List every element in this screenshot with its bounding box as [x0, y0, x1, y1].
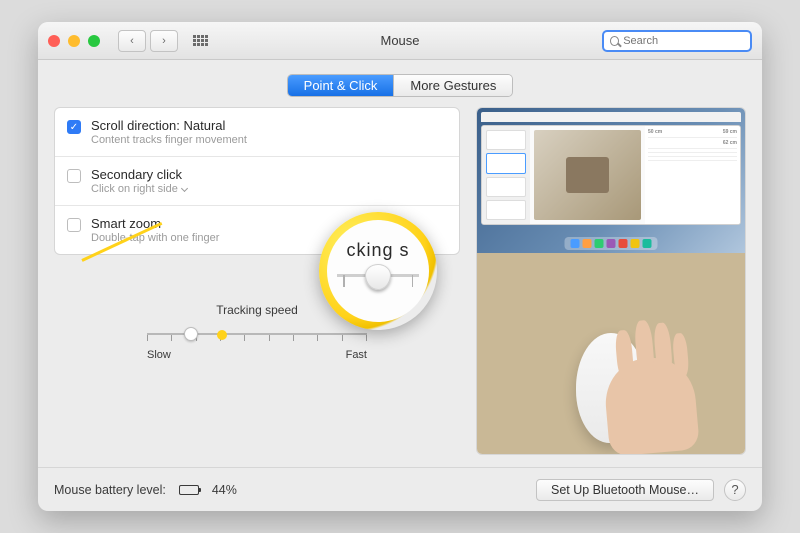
battery-label: Mouse battery level: [54, 483, 166, 497]
nav-buttons: ‹ › [118, 30, 178, 52]
slider-labels: Slow Fast [147, 349, 367, 361]
option-secondary-click[interactable]: Secondary click Click on right side [55, 157, 459, 206]
preview-sidebar [482, 126, 530, 224]
window-traffic-lights [48, 35, 100, 47]
search-icon [610, 36, 619, 46]
search-input[interactable] [623, 35, 744, 47]
tab-point-click[interactable]: Point & Click [288, 75, 394, 96]
window-title: Mouse [380, 33, 419, 48]
tab-more-gestures[interactable]: More Gestures [393, 75, 512, 96]
close-window-button[interactable] [48, 35, 60, 47]
option-title: Scroll direction: Natural [91, 118, 247, 133]
option-subtitle: Content tracks finger movement [91, 134, 247, 146]
preview-main: 50 cm59 cm 62 cm [530, 126, 740, 224]
battery-percent: 44% [212, 483, 237, 497]
maximize-window-button[interactable] [88, 35, 100, 47]
minimize-window-button[interactable] [68, 35, 80, 47]
preview-thumb [486, 130, 526, 150]
chevron-down-icon [181, 185, 188, 192]
preview-desk [477, 253, 745, 454]
callout-dot [217, 330, 227, 340]
fast-label: Fast [346, 349, 367, 361]
preview-thumb [486, 153, 526, 173]
preview-panel: 50 cm59 cm 62 cm [476, 107, 746, 455]
help-button[interactable]: ? [724, 479, 746, 501]
option-title: Secondary click [91, 167, 187, 182]
preview-app-window: 50 cm59 cm 62 cm [481, 125, 741, 225]
content-area: ✓ Scroll direction: Natural Content trac… [38, 107, 762, 467]
tab-bar: Point & Click More Gestures [38, 60, 762, 107]
setup-bluetooth-button[interactable]: Set Up Bluetooth Mouse… [536, 479, 714, 501]
battery-icon [179, 485, 199, 495]
segmented-control: Point & Click More Gestures [287, 74, 514, 97]
preview-info: 50 cm59 cm 62 cm [645, 126, 740, 224]
checkbox-smart-zoom[interactable] [67, 218, 81, 232]
preview-dock [565, 237, 658, 250]
search-input-wrapper[interactable] [602, 30, 752, 52]
forward-button[interactable]: › [150, 30, 178, 52]
preview-photo [534, 130, 641, 220]
checkbox-scroll-direction[interactable]: ✓ [67, 120, 81, 134]
option-subtitle: Click on right side [91, 183, 187, 195]
back-button[interactable]: ‹ [118, 30, 146, 52]
preview-menubar [481, 112, 741, 122]
magnifier-overlay: cking s [319, 212, 437, 330]
preview-desktop: 50 cm59 cm 62 cm [477, 108, 745, 253]
preferences-window: ‹ › Mouse Point & Click More Gestures ✓ [38, 22, 762, 511]
slider-thumb[interactable] [184, 327, 198, 341]
preview-thumb [486, 177, 526, 197]
chevron-left-icon: ‹ [130, 35, 134, 47]
magnified-slider [337, 274, 419, 277]
checkbox-secondary-click[interactable] [67, 169, 81, 183]
preview-thumb [486, 200, 526, 220]
slow-label: Slow [147, 349, 171, 361]
magnified-text: cking s [346, 240, 409, 261]
titlebar: ‹ › Mouse [38, 22, 762, 60]
grid-icon [193, 35, 208, 46]
show-all-button[interactable] [186, 30, 214, 52]
magnifier-lens: cking s [327, 220, 429, 322]
option-scroll-direction[interactable]: ✓ Scroll direction: Natural Content trac… [55, 108, 459, 157]
chevron-right-icon: › [162, 35, 166, 47]
option-subtitle: Double-tap with one finger [91, 232, 219, 244]
options-column: ✓ Scroll direction: Natural Content trac… [54, 107, 460, 455]
footer: Mouse battery level: 44% Set Up Bluetoot… [38, 467, 762, 511]
